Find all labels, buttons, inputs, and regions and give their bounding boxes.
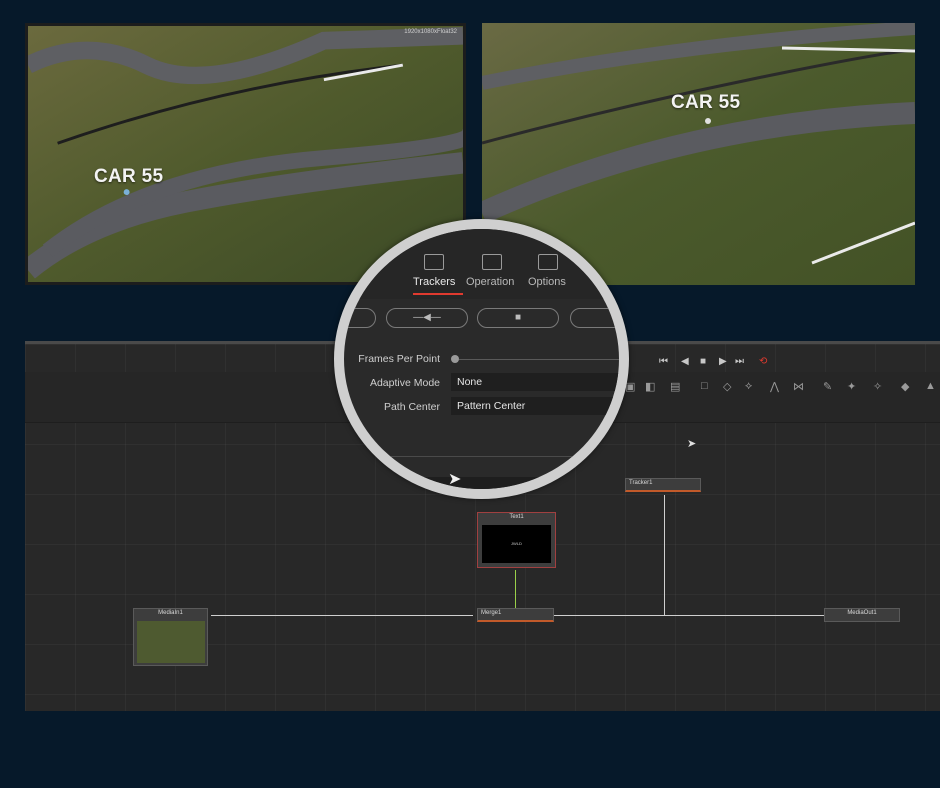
tool-icon[interactable]: ✦ bbox=[847, 380, 856, 393]
mouse-cursor-icon: ➤ bbox=[448, 471, 462, 488]
track-button-1[interactable] bbox=[344, 308, 376, 328]
frames-per-point-slider[interactable] bbox=[451, 355, 459, 363]
skip-end-icon[interactable]: ⏭ bbox=[735, 356, 744, 367]
frames-per-point-track bbox=[459, 359, 619, 360]
node-tracker-label: Tracker1 bbox=[629, 480, 653, 486]
stop-icon[interactable]: ■ bbox=[700, 356, 706, 367]
adaptive-mode-select[interactable]: None bbox=[451, 373, 619, 391]
node-mediain[interactable]: MediaIn1 bbox=[133, 608, 208, 666]
frames-per-point-label: Frames Per Point bbox=[358, 353, 440, 365]
node-merge-label: Merge1 bbox=[481, 610, 502, 616]
polygon-icon[interactable]: ⟡ bbox=[745, 380, 752, 393]
options-icon bbox=[538, 254, 558, 270]
path-center-label: Path Center bbox=[383, 401, 440, 413]
tab-operation[interactable]: Operation bbox=[466, 276, 514, 288]
resolution-text: 1920x1080xFloat32 bbox=[404, 29, 457, 35]
node-text-label: Text1 bbox=[509, 514, 524, 520]
bitmap-icon[interactable]: ⋈ bbox=[793, 380, 804, 393]
magnifier-lens: Trackers Operation Options —◀— ■ Frames … bbox=[334, 219, 629, 499]
tool-icon[interactable]: ◧ bbox=[645, 380, 655, 393]
adaptive-mode-label: Adaptive Mode bbox=[369, 377, 440, 389]
tool-icon[interactable]: ✧ bbox=[873, 380, 882, 393]
node-tracker[interactable]: Tracker1 bbox=[625, 478, 701, 492]
divider bbox=[354, 456, 614, 457]
tab-trackers[interactable]: Trackers bbox=[413, 276, 455, 288]
wire-mediain-merge bbox=[211, 615, 473, 616]
track-button-4[interactable] bbox=[570, 308, 619, 328]
loop-icon[interactable]: ⟲ bbox=[759, 356, 767, 367]
node-text-preview: JWLD bbox=[482, 525, 551, 563]
text-preview-label: JWLD bbox=[511, 541, 522, 546]
paint-icon[interactable]: ✎ bbox=[823, 380, 832, 393]
wire-merge-mediaout bbox=[554, 615, 824, 616]
wire-text-merge bbox=[515, 570, 516, 610]
skip-start-icon[interactable]: ⏮ bbox=[659, 356, 668, 367]
tool-icon[interactable]: ◆ bbox=[901, 380, 909, 393]
tab-options[interactable]: Options bbox=[528, 276, 566, 288]
node-mediain-label: MediaIn1 bbox=[158, 610, 183, 616]
wire-tracker bbox=[664, 495, 665, 615]
operation-icon bbox=[482, 254, 502, 270]
active-tab-indicator bbox=[413, 293, 463, 295]
track-backward-button[interactable]: —◀— bbox=[386, 308, 468, 328]
node-mediain-thumbnail bbox=[137, 621, 205, 663]
node-mediaout-label: MediaOut1 bbox=[847, 610, 877, 616]
car-label-left: CAR 55 bbox=[94, 166, 164, 187]
tool-icon[interactable]: ▲ bbox=[925, 380, 936, 392]
play-icon[interactable]: ▶ bbox=[719, 356, 727, 367]
path-center-select[interactable]: Pattern Center bbox=[451, 397, 619, 415]
play-reverse-icon[interactable]: ◀ bbox=[681, 356, 689, 367]
tracker-icon bbox=[424, 254, 444, 270]
node-merge[interactable]: Merge1 bbox=[477, 608, 554, 622]
bspline-icon[interactable]: ⋀ bbox=[770, 380, 779, 393]
stop-tracking-button[interactable]: ■ bbox=[477, 308, 559, 328]
ellipse-icon[interactable]: ◇ bbox=[723, 380, 731, 393]
mouse-cursor-icon: ➤ bbox=[687, 438, 697, 450]
car-label-right: CAR 55 bbox=[671, 92, 741, 113]
node-text[interactable]: Text1 JWLD bbox=[477, 512, 556, 568]
node-mediaout[interactable]: MediaOut1 bbox=[824, 608, 900, 622]
tool-icon[interactable]: ▤ bbox=[670, 380, 680, 393]
rectangle-icon[interactable]: □ bbox=[701, 380, 708, 392]
